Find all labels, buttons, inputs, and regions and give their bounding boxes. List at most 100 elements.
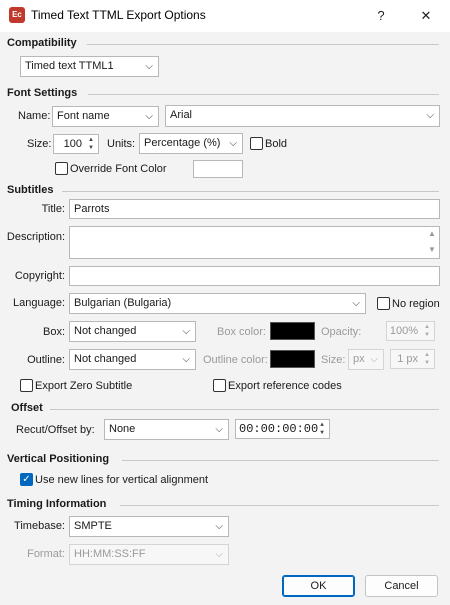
opacity-label: Opacity: <box>321 326 362 338</box>
section-compatibility: Compatibility <box>7 37 77 49</box>
outline-color-swatch[interactable] <box>270 350 315 368</box>
timecode-value: 00:00:00:00 <box>239 422 319 436</box>
chevron-down-icon: ⌵ <box>370 354 378 365</box>
timebase-select[interactable]: SMPTE ⌵ <box>69 516 229 537</box>
chevron-down-icon: ⌵ <box>182 326 190 337</box>
font-size-value: 100 <box>63 138 82 150</box>
chevron-down-icon: ⌵ <box>215 521 223 532</box>
timebase-label: Timebase: <box>14 520 65 532</box>
title-bar: Ec Timed Text TTML Export Options ? ✕ <box>0 0 450 32</box>
spin-down-icon[interactable]: ▼ <box>422 331 432 339</box>
description-textarea[interactable]: ▲ ▼ <box>69 226 440 259</box>
box-color-label: Box color: <box>217 326 266 338</box>
divider <box>62 191 439 192</box>
font-size-stepper[interactable]: 100 ▲ ▼ <box>53 134 99 154</box>
outline-select[interactable]: Not changed ⌵ <box>69 349 196 370</box>
spin-down-icon[interactable]: ▼ <box>317 429 327 437</box>
app-logo-icon: Ec <box>9 7 25 23</box>
export-zero-subtitle-checkbox[interactable] <box>20 379 33 392</box>
chevron-down-icon: ⌵ <box>229 138 237 149</box>
window-title: Timed Text TTML Export Options <box>31 8 206 22</box>
no-region-label: No region <box>392 298 440 310</box>
spin-up-icon[interactable]: ▲ <box>86 136 96 144</box>
units-value: Percentage (%) <box>144 137 221 149</box>
chevron-down-icon: ⌵ <box>145 111 153 122</box>
opacity-stepper[interactable]: 100% ▲ ▼ <box>386 321 435 341</box>
outline-size-label: Size: <box>321 354 346 366</box>
outline-unit-value: px <box>353 353 365 365</box>
box-color-swatch[interactable] <box>270 322 315 340</box>
language-select[interactable]: Bulgarian (Bulgaria) ⌵ <box>69 293 366 314</box>
use-new-lines-checkbox[interactable]: ✓ <box>20 473 33 486</box>
spin-down-icon[interactable]: ▼ <box>86 144 96 152</box>
no-region-checkbox[interactable] <box>377 297 390 310</box>
section-timing-information: Timing Information <box>7 498 107 510</box>
outline-size-value: 1 px <box>397 353 418 365</box>
language-label: Language: <box>13 297 65 309</box>
font-size-label: Size: <box>27 138 52 150</box>
override-font-color-checkbox[interactable] <box>55 162 68 175</box>
recut-offset-label: Recut/Offset by: <box>16 424 95 436</box>
section-font-settings: Font Settings <box>7 87 78 99</box>
chevron-down-icon: ⌵ <box>145 61 153 72</box>
outline-size-stepper[interactable]: 1 px ▲ ▼ <box>390 349 435 369</box>
units-select[interactable]: Percentage (%) ⌵ <box>139 133 243 154</box>
spin-up-icon[interactable]: ▲ <box>317 421 327 429</box>
cancel-button[interactable]: Cancel <box>365 575 438 597</box>
font-name-label: Name: <box>18 110 51 122</box>
format-select[interactable]: HH:MM:SS:FF ⌵ <box>69 544 229 565</box>
help-button[interactable]: ? <box>366 4 396 28</box>
font-color-swatch[interactable] <box>193 160 243 178</box>
override-font-color-label: Override Font Color <box>70 163 167 175</box>
font-name-type-value: Font name <box>57 110 110 122</box>
title-label: Title: <box>41 203 65 215</box>
chevron-down-icon: ⌵ <box>215 549 223 560</box>
language-value: Bulgarian (Bulgaria) <box>74 297 172 309</box>
spin-down-icon[interactable]: ▼ <box>422 359 432 367</box>
chevron-down-icon: ⌵ <box>426 110 434 121</box>
copyright-label: Copyright: <box>14 270 65 282</box>
copyright-input[interactable] <box>69 266 440 286</box>
export-reference-codes-checkbox[interactable] <box>213 379 226 392</box>
font-name-type-select[interactable]: Font name ⌵ <box>52 106 159 127</box>
outline-unit-select[interactable]: px ⌵ <box>348 349 384 370</box>
chevron-down-icon: ⌵ <box>182 354 190 365</box>
chevron-down-icon: ⌵ <box>215 424 223 435</box>
bold-checkbox[interactable] <box>250 137 263 150</box>
divider <box>122 460 439 461</box>
box-select[interactable]: Not changed ⌵ <box>69 321 196 342</box>
check-icon: ✓ <box>22 474 31 485</box>
export-zero-subtitle-label: Export Zero Subtitle <box>35 380 133 392</box>
close-button[interactable]: ✕ <box>411 4 441 28</box>
chevron-down-icon: ⌵ <box>352 298 360 309</box>
font-select[interactable]: Arial ⌵ <box>165 105 440 127</box>
outline-label: Outline: <box>27 354 65 366</box>
timebase-value: SMPTE <box>74 520 112 532</box>
export-reference-codes-label: Export reference codes <box>228 380 342 392</box>
ok-button[interactable]: OK <box>282 575 355 597</box>
units-label: Units: <box>107 138 136 150</box>
timecode-stepper[interactable]: 00:00:00:00 ▲ ▼ <box>235 419 330 439</box>
outline-value: Not changed <box>74 353 137 365</box>
use-new-lines-label: Use new lines for vertical alignment <box>35 474 209 486</box>
spin-up-icon[interactable]: ▲ <box>422 351 432 359</box>
scroll-up-icon[interactable]: ▲ <box>427 229 437 238</box>
section-vertical-positioning: Vertical Positioning <box>7 453 110 465</box>
section-subtitles: Subtitles <box>7 184 54 196</box>
divider <box>87 44 439 45</box>
box-label: Box: <box>42 326 65 338</box>
compatibility-select[interactable]: Timed text TTML1 ⌵ <box>20 56 159 77</box>
spin-up-icon[interactable]: ▲ <box>422 323 432 331</box>
box-value: Not changed <box>74 325 137 337</box>
description-label: Description: <box>6 231 65 243</box>
compatibility-value: Timed text TTML1 <box>25 60 114 72</box>
font-value: Arial <box>170 109 193 121</box>
scroll-down-icon[interactable]: ▼ <box>427 245 437 254</box>
divider <box>120 505 439 506</box>
outline-color-label: Outline color: <box>203 354 268 366</box>
recut-offset-select[interactable]: None ⌵ <box>104 419 229 440</box>
title-input[interactable]: Parrots <box>69 199 440 219</box>
divider <box>88 94 439 95</box>
section-offset: Offset <box>11 402 43 414</box>
bold-label: Bold <box>265 138 288 150</box>
